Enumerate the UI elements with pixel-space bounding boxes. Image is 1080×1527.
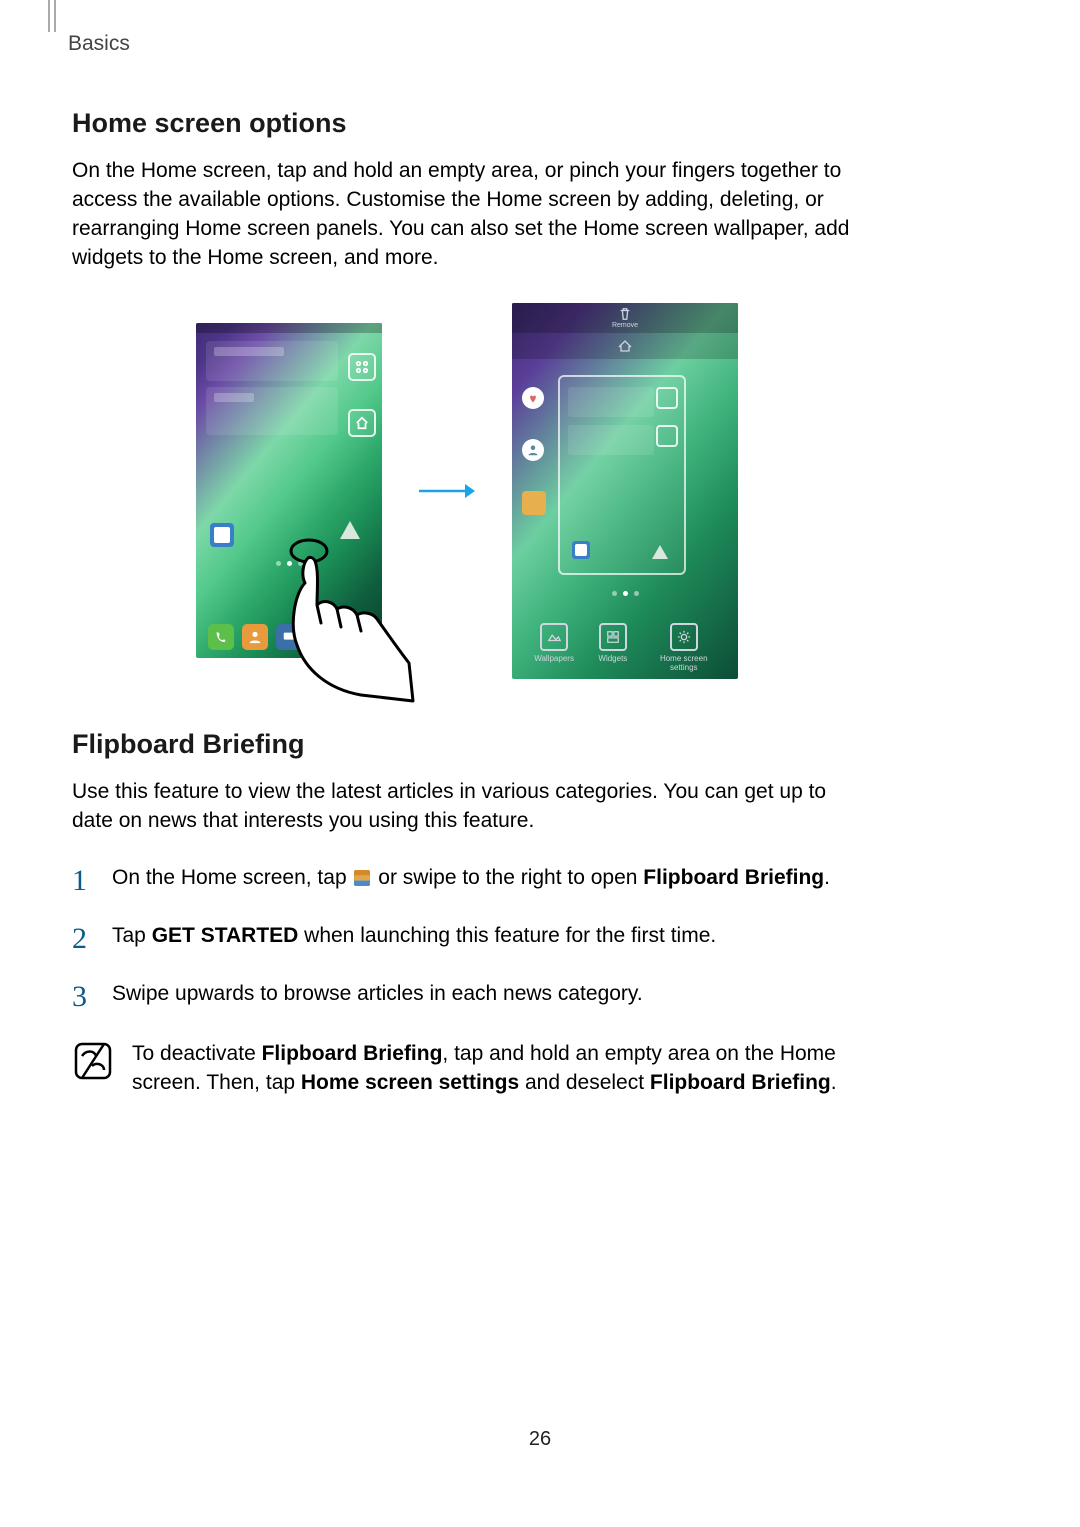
note-icon <box>72 1040 114 1082</box>
phone-app-icon <box>208 624 234 650</box>
arrow-right-icon <box>417 481 477 501</box>
widgets-icon <box>599 623 627 651</box>
phone-mock-before <box>196 323 382 658</box>
gallery-thumb-icon <box>522 491 546 515</box>
home-outline-icon <box>617 340 633 352</box>
favorite-icon <box>522 387 544 409</box>
para-flipboard-briefing: Use this feature to view the latest arti… <box>72 778 862 836</box>
option-home-screen-settings: Home screen settings <box>652 623 716 673</box>
page-tab-mark <box>48 0 56 32</box>
profile-icon <box>522 439 544 461</box>
wallpapers-label: Wallpapers <box>534 655 574 664</box>
breadcrumb: Basics <box>68 32 130 56</box>
step-text: Swipe upwards to browse articles in each… <box>112 982 643 1006</box>
app-shortcut-icon <box>340 521 360 539</box>
folder-icon <box>210 523 234 547</box>
apps-grid-icon <box>656 387 678 409</box>
flipboard-tile-icon <box>354 870 370 886</box>
messages-app-icon <box>276 624 302 650</box>
home-icon <box>656 425 678 447</box>
step-number: 3 <box>72 982 94 1012</box>
page-number: 26 <box>0 1428 1080 1451</box>
home-icon <box>348 409 376 437</box>
contacts-app-icon <box>242 624 268 650</box>
settings-label: Home screen settings <box>652 655 716 673</box>
figure-home-screen-options: Remove Wallpapers <box>72 303 862 679</box>
note: To deactivate Flipboard Briefing, tap an… <box>72 1040 862 1098</box>
app-shortcut-icon <box>652 545 668 559</box>
internet-app-icon <box>310 624 336 650</box>
step-number: 1 <box>72 866 94 896</box>
para-home-screen-options: On the Home screen, tap and hold an empt… <box>72 157 862 273</box>
tap-and-hold-hand-icon <box>281 533 421 703</box>
step-3: 3 Swipe upwards to browse articles in ea… <box>72 982 862 1012</box>
settings-gear-icon <box>670 623 698 651</box>
step-2: 2 Tap GET STARTED when launching this fe… <box>72 924 862 954</box>
steps-list: 1 On the Home screen, tap or swipe to th… <box>72 866 862 1012</box>
selected-panel <box>558 375 686 575</box>
step-text: Tap GET STARTED when launching this feat… <box>112 924 716 948</box>
option-wallpapers: Wallpapers <box>534 623 574 673</box>
note-text: To deactivate Flipboard Briefing, tap an… <box>132 1040 862 1098</box>
phone-mock-after: Remove Wallpapers <box>512 303 738 679</box>
trash-icon <box>618 307 632 321</box>
heading-flipboard-briefing: Flipboard Briefing <box>72 729 862 760</box>
step-text: On the Home screen, tap or swipe to the … <box>112 866 830 890</box>
remove-label: Remove <box>612 322 638 329</box>
apps-grid-icon <box>348 353 376 381</box>
folder-icon <box>572 541 590 559</box>
wallpapers-icon <box>540 623 568 651</box>
step-1: 1 On the Home screen, tap or swipe to th… <box>72 866 862 896</box>
heading-home-screen-options: Home screen options <box>72 108 862 139</box>
widgets-label: Widgets <box>598 655 627 664</box>
option-widgets: Widgets <box>598 623 627 673</box>
step-number: 2 <box>72 924 94 954</box>
apps-drawer-icon <box>344 624 370 650</box>
